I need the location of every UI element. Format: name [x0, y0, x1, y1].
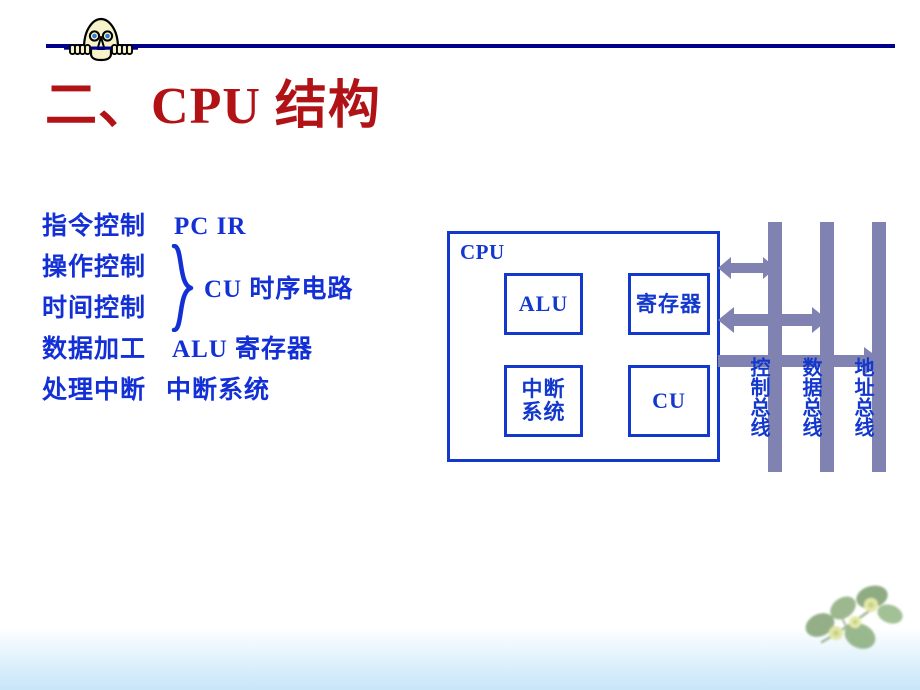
bus-arrow-data: [718, 305, 828, 335]
bus-label-address: 地址总线: [851, 357, 873, 437]
outline-brace-text: CU 时序电路: [204, 276, 354, 303]
cpu-block-diagram: CPU ALU 寄存器 中断 系统 CU: [447, 231, 720, 462]
bus-arrow-control: [718, 255, 776, 281]
outline-list: 指令控制 PC IR 操作控制 时间控制 CU 时序电路 数据加工 ALU 寄存器: [42, 206, 352, 411]
header-rule: [46, 44, 895, 48]
outline-value: 中断系统: [166, 377, 271, 404]
bus-label-control: 控制总线: [747, 357, 769, 437]
unit-label: 寄存器: [636, 291, 702, 316]
outline-label: 时间控制: [42, 295, 147, 322]
outline-brace-rows: 操作控制 时间控制: [42, 247, 146, 329]
unit-label: CU: [652, 388, 686, 414]
bus-label-data: 数据总线: [799, 357, 821, 437]
title-suffix: 结构: [274, 78, 381, 135]
diagram-unit-alu: ALU: [504, 273, 583, 335]
outline-row-data-processing: 数据加工 ALU 寄存器: [42, 329, 313, 370]
outline-value: PC IR: [174, 213, 247, 240]
outline-label: 处理中断: [42, 377, 147, 404]
slide-canvas: 二、CPU 结构 指令控制 PC IR 操作控制 时间控制 CU 时序电路 数据…: [0, 0, 920, 690]
outline-brace-group: 操作控制 时间控制 CU 时序电路: [42, 243, 352, 333]
unit-label: 中断 系统: [521, 377, 566, 424]
bottom-gradient-band: [0, 628, 920, 690]
cpu-box-label: CPU: [460, 240, 505, 264]
outline-row-instruction-control: 指令控制 PC IR: [42, 206, 313, 247]
outline-label: 操作控制: [42, 254, 147, 281]
diagram-unit-register: 寄存器: [628, 273, 710, 335]
title-prefix: 二、: [45, 78, 152, 135]
leaf-sprig-icon: [798, 578, 910, 668]
outline-row-operation-control: 操作控制: [42, 247, 146, 288]
kilroy-peeking-face-icon: [64, 16, 138, 62]
outline-label: 指令控制: [42, 213, 147, 240]
unit-label: ALU: [518, 291, 569, 317]
diagram-unit-interrupt-system: 中断 系统: [504, 365, 583, 437]
page-title: 二、CPU 结构: [45, 78, 381, 135]
outline-row-interrupt-handling: 处理中断 中断系统: [42, 370, 313, 411]
title-latin: CPU: [151, 78, 261, 135]
curly-brace-icon: [170, 243, 196, 333]
outline-row-timing-control: 时间控制: [42, 288, 146, 329]
title-space: [261, 78, 275, 135]
outline-value: ALU 寄存器: [172, 336, 314, 363]
diagram-unit-cu: CU: [628, 365, 710, 437]
outline-label: 数据加工: [42, 336, 147, 363]
